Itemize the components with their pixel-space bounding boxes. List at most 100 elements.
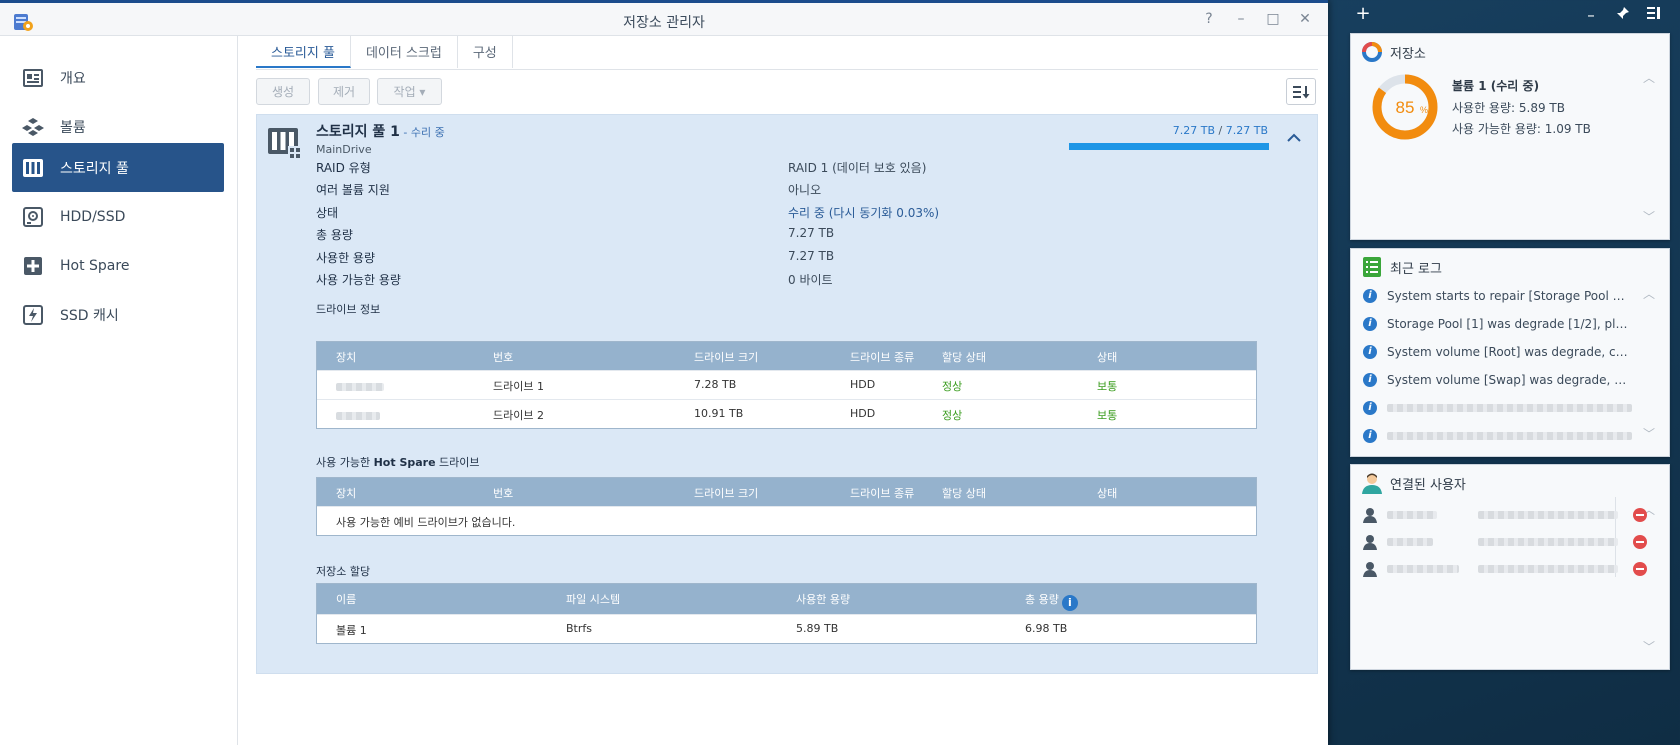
cell-type: HDD bbox=[850, 378, 876, 391]
disconnect-user-icon[interactable] bbox=[1633, 535, 1647, 549]
remove-button[interactable]: 제거 bbox=[318, 78, 370, 105]
cell-number: 드라이브 2 bbox=[493, 409, 544, 422]
sidebar-item-hdd-ssd[interactable]: HDD/SSD bbox=[12, 192, 224, 241]
capacity-used: 7.27 TB bbox=[1172, 124, 1216, 137]
hot-spare-table: 장치 번호 드라이브 크기 드라이브 종류 할당 상태 상태 사용 가능한 예비… bbox=[316, 477, 1257, 536]
hdd-icon bbox=[22, 206, 44, 228]
usage-percent-unit: % bbox=[1420, 105, 1428, 115]
info-icon[interactable]: i bbox=[1061, 595, 1078, 611]
col-number: 번호 bbox=[493, 487, 514, 500]
scroll-down-chevron-icon[interactable]: ﹀ bbox=[1643, 425, 1655, 442]
help-button[interactable]: ? bbox=[1200, 9, 1218, 29]
minimize-button[interactable]: – bbox=[1232, 9, 1250, 29]
sidebar-item-storage-pool[interactable]: 스토리지 풀 bbox=[12, 143, 224, 192]
sidebar-item-hot-spare[interactable]: Hot Spare bbox=[12, 241, 224, 290]
log-item[interactable]: i Storage Pool [1] was degrade [1/2], pl… bbox=[1363, 315, 1632, 333]
pool-capacity-text: 7.27 TB / 7.27 TB bbox=[1173, 124, 1268, 137]
username-redacted bbox=[1387, 565, 1459, 573]
capacity-bar-fill bbox=[1069, 143, 1269, 150]
col-size: 드라이브 크기 bbox=[694, 487, 759, 500]
minimize-widgets-icon[interactable]: – bbox=[1581, 6, 1601, 24]
usage-percent: 85 bbox=[1396, 98, 1415, 117]
hot-spare-icon bbox=[22, 255, 44, 277]
widget-layout-icon[interactable] bbox=[1644, 6, 1664, 24]
sort-button[interactable] bbox=[1286, 78, 1316, 105]
storage-donut-icon bbox=[1362, 42, 1382, 62]
pool-title: 스토리지 풀 1 - 수리 중 bbox=[316, 121, 445, 141]
pin-icon[interactable] bbox=[1613, 6, 1633, 24]
col-alloc: 할당 상태 bbox=[942, 487, 986, 500]
tab-settings[interactable]: 구성 bbox=[458, 36, 513, 68]
table-row[interactable]: 드라이브 2 10.91 TB HDD 정상 보통 bbox=[317, 399, 1256, 428]
storage-widget-title: 저장소 bbox=[1390, 47, 1426, 62]
storage-pool-icon bbox=[22, 157, 44, 179]
scroll-up-chevron-icon[interactable]: ︿ bbox=[1643, 285, 1655, 302]
empty-message: 사용 가능한 예비 드라이브가 없습니다. bbox=[336, 516, 516, 529]
hot-spare-title: 사용 가능한 Hot Spare 드라이브 bbox=[316, 454, 480, 470]
scroll-down-chevron-icon[interactable]: ﹀ bbox=[1643, 208, 1655, 225]
username-redacted bbox=[1387, 538, 1433, 546]
disconnect-user-icon[interactable] bbox=[1633, 562, 1647, 576]
sidebar-item-ssd-cache[interactable]: SSD 캐시 bbox=[12, 290, 224, 339]
scroll-down-chevron-icon[interactable]: ﹀ bbox=[1643, 638, 1655, 655]
collapse-chevron-icon[interactable] bbox=[1287, 131, 1301, 147]
add-widget-icon[interactable]: + bbox=[1353, 3, 1373, 24]
user-detail-redacted bbox=[1478, 538, 1618, 546]
sidebar-item-overview[interactable]: 개요 bbox=[12, 53, 224, 102]
storage-manager-window: 저장소 관리자 ? – □ ✕ 개요 볼륨 스토리지 풀 HDD/SSD Hot… bbox=[0, 0, 1328, 745]
device-name-redacted bbox=[336, 381, 384, 394]
maximize-button[interactable]: □ bbox=[1264, 9, 1282, 29]
capacity-bar bbox=[1069, 143, 1269, 150]
sidebar-item-label: 스토리지 풀 bbox=[60, 160, 129, 177]
log-item[interactable]: i System volume [Swap] was degrade, curr… bbox=[1363, 371, 1632, 389]
table-row[interactable]: 드라이브 1 7.28 TB HDD 정상 보통 bbox=[317, 370, 1256, 399]
action-dropdown[interactable]: 작업 ▾ bbox=[377, 78, 442, 105]
cell-status: 보통 bbox=[1097, 380, 1118, 393]
prop-value: 7.27 TB bbox=[788, 226, 835, 240]
capacity-total: 7.27 TB bbox=[1225, 124, 1268, 137]
allocation-title: 저장소 할당 bbox=[316, 565, 371, 578]
prop-value: 7.27 TB bbox=[788, 249, 835, 263]
col-type: 드라이브 종류 bbox=[850, 351, 915, 364]
create-button[interactable]: 생성 bbox=[256, 78, 310, 105]
col-size: 드라이브 크기 bbox=[694, 351, 759, 364]
user-row[interactable] bbox=[1363, 559, 1663, 579]
cell-alloc: 정상 bbox=[942, 380, 963, 393]
cell-type: HDD bbox=[850, 407, 876, 420]
log-item-redacted[interactable]: i bbox=[1363, 427, 1632, 445]
log-text: System volume [Swap] was degrade, curren… bbox=[1387, 373, 1632, 387]
tab-storage-pool[interactable]: 스토리지 풀 bbox=[256, 36, 351, 68]
user-row[interactable] bbox=[1363, 505, 1663, 525]
tab-data-scrub[interactable]: 데이터 스크럽 bbox=[351, 36, 458, 68]
col-device: 장치 bbox=[336, 351, 357, 364]
log-item[interactable]: i System starts to repair [Storage Pool … bbox=[1363, 287, 1632, 305]
sidebar-item-label: SSD 캐시 bbox=[60, 307, 119, 324]
log-item[interactable]: i System volume [Root] was degrade, curr… bbox=[1363, 343, 1632, 361]
overview-icon bbox=[22, 67, 44, 89]
sidebar: 개요 볼륨 스토리지 풀 HDD/SSD Hot Spare SSD 캐시 bbox=[0, 36, 238, 745]
users-widget-title: 연결된 사용자 bbox=[1390, 478, 1466, 493]
prop-key: 상태 bbox=[316, 206, 339, 220]
volume-icon bbox=[22, 116, 44, 138]
table-header: 장치 번호 드라이브 크기 드라이브 종류 할당 상태 상태 bbox=[317, 342, 1256, 370]
storage-pool-panel: 스토리지 풀 1 - 수리 중 MainDrive 7.27 TB / 7.27… bbox=[256, 114, 1318, 674]
cell-size: 7.28 TB bbox=[694, 378, 737, 391]
user-icon bbox=[1363, 562, 1377, 577]
close-button[interactable]: ✕ bbox=[1296, 9, 1314, 29]
disconnect-user-icon[interactable] bbox=[1633, 508, 1647, 522]
prop-value: RAID 1 (데이터 보호 있음) bbox=[788, 161, 927, 175]
prop-key: RAID 유형 bbox=[316, 161, 371, 175]
col-type: 드라이브 종류 bbox=[850, 487, 915, 500]
table-row[interactable]: 볼륨 1 Btrfs 5.89 TB 6.98 TB bbox=[317, 614, 1256, 643]
cell-used: 5.89 TB bbox=[796, 622, 839, 635]
log-item-redacted[interactable]: i bbox=[1363, 399, 1632, 417]
info-icon: i bbox=[1363, 345, 1377, 359]
table-header: 장치 번호 드라이브 크기 드라이브 종류 할당 상태 상태 bbox=[317, 478, 1256, 506]
drive-info-title: 드라이브 정보 bbox=[316, 303, 381, 316]
info-icon: i bbox=[1363, 429, 1377, 443]
col-status: 상태 bbox=[1097, 351, 1118, 364]
col-name: 이름 bbox=[336, 593, 357, 606]
user-row[interactable] bbox=[1363, 532, 1663, 552]
scroll-up-chevron-icon[interactable]: ︿ bbox=[1643, 69, 1655, 86]
table-empty-row: 사용 가능한 예비 드라이브가 없습니다. bbox=[317, 506, 1256, 535]
